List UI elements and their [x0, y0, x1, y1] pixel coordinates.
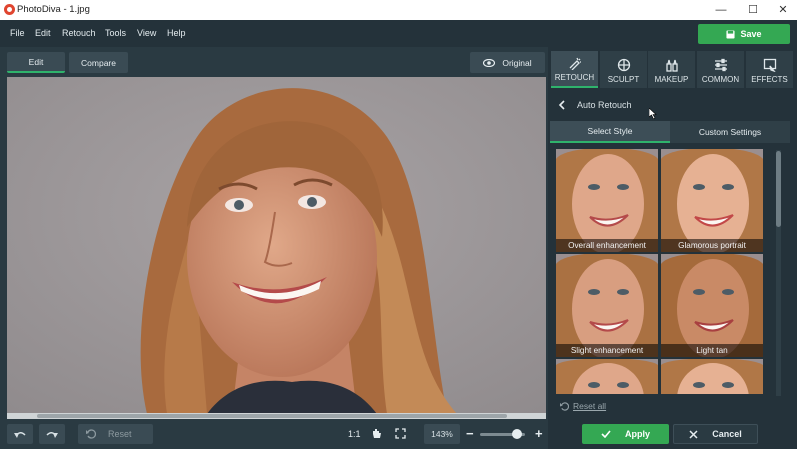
makeup-icon [665, 59, 678, 72]
floppy-icon [726, 29, 736, 39]
photo-canvas[interactable] [7, 77, 546, 414]
preset-label: Light tan [661, 344, 763, 357]
preset-thumbnail [556, 359, 658, 394]
menu-retouch[interactable]: Retouch [62, 28, 96, 38]
tab-makeup[interactable]: MAKEUP [648, 51, 695, 88]
fullscreen-icon[interactable] [395, 428, 406, 441]
menu-edit[interactable]: Edit [35, 28, 51, 38]
zoom-out-icon[interactable]: − [466, 427, 474, 440]
save-button[interactable]: Save [698, 24, 790, 44]
zoom-slider-handle[interactable] [512, 429, 522, 439]
reset-icon [86, 429, 96, 439]
cancel-label: Cancel [712, 429, 742, 439]
retouch-icon [569, 57, 581, 70]
tab-custom-settings[interactable]: Custom Settings [670, 121, 790, 143]
original-label: Original [502, 57, 532, 68]
menu-tools[interactable]: Tools [105, 28, 126, 38]
reset-button[interactable]: Reset [78, 424, 153, 444]
menu-view[interactable]: View [137, 28, 156, 38]
reset-all-link[interactable]: Reset all [560, 401, 606, 411]
portrait-image [7, 77, 546, 414]
preset-thumbnail [661, 359, 763, 394]
close-icon [689, 429, 698, 439]
scrollbar-thumb[interactable] [776, 151, 781, 227]
apply-button[interactable]: Apply [582, 424, 669, 444]
preset-thumbnail [556, 254, 658, 357]
one-to-one-button[interactable]: 1:1 [348, 429, 361, 439]
tab-common-label: COMMON [701, 75, 740, 84]
back-arrow-icon[interactable] [558, 100, 565, 110]
scrollbar-thumb[interactable] [37, 414, 507, 418]
horizontal-scrollbar[interactable] [7, 413, 546, 419]
tab-makeup-label: MAKEUP [654, 75, 689, 84]
reset-all-label: Reset all [573, 401, 607, 411]
undo-button[interactable] [7, 424, 33, 444]
original-button[interactable]: Original [470, 52, 545, 73]
zoom-in-icon[interactable]: + [535, 427, 543, 440]
zoom-percent[interactable]: 143% [424, 424, 460, 444]
eye-icon [483, 58, 496, 67]
tab-common[interactable]: COMMON [697, 51, 744, 88]
preset-tile[interactable] [661, 359, 763, 394]
redo-button[interactable] [39, 424, 65, 444]
mouse-cursor-icon [649, 108, 657, 119]
preset-label: Slight enhancement [556, 344, 658, 357]
preset-light-tan[interactable]: Light tan [661, 254, 763, 357]
minimize-button[interactable]: — [706, 0, 736, 20]
preset-thumbnail [556, 149, 658, 252]
menu-file[interactable]: File [10, 28, 25, 38]
tab-select-style[interactable]: Select Style [550, 121, 670, 143]
maximize-button[interactable]: ☐ [738, 0, 768, 20]
app-logo-icon [4, 4, 15, 15]
panel-title: Auto Retouch [577, 100, 632, 110]
tab-effects-label: EFFECTS [751, 75, 788, 84]
style-subtabs: Select Style Custom Settings [550, 121, 790, 143]
menu-help[interactable]: Help [167, 28, 186, 38]
reset-label: Reset [108, 429, 132, 439]
cancel-button[interactable]: Cancel [673, 424, 758, 444]
save-label: Save [740, 29, 762, 39]
fit-hand-icon[interactable] [371, 428, 382, 441]
preset-slight-enhancement[interactable]: Slight enhancement [556, 254, 658, 357]
tab-edit[interactable]: Edit [7, 52, 65, 73]
menu-bar: File Edit Retouch Tools View Help [0, 20, 797, 46]
window-title: PhotoDiva - 1.jpg [17, 4, 90, 15]
apply-label: Apply [624, 429, 650, 439]
tab-effects[interactable]: EFFECTS [746, 51, 793, 88]
sculpt-icon [617, 58, 630, 72]
redo-icon [46, 431, 58, 438]
tab-retouch-label: RETOUCH [554, 73, 595, 82]
preset-glamorous-portrait[interactable]: Glamorous portrait [661, 149, 763, 252]
check-icon [601, 430, 611, 438]
preset-thumbnail [661, 149, 763, 252]
tab-retouch[interactable]: RETOUCH [551, 51, 598, 88]
preset-thumbnail [661, 254, 763, 357]
tab-sculpt[interactable]: SCULPT [600, 51, 647, 88]
title-bar: PhotoDiva - 1.jpg — ☐ ✕ [0, 0, 797, 20]
panel-header: Auto Retouch [549, 95, 789, 119]
preset-overall-enhancement[interactable]: Overall enhancement [556, 149, 658, 252]
sliders-icon [714, 58, 727, 72]
tab-sculpt-label: SCULPT [607, 75, 640, 84]
undo-icon [14, 431, 26, 438]
reset-icon [560, 401, 569, 411]
presets-scrollbar[interactable] [776, 150, 781, 396]
preset-tile[interactable] [556, 359, 658, 394]
effects-icon [763, 58, 776, 72]
preset-label: Overall enhancement [556, 239, 658, 252]
preset-label: Glamorous portrait [661, 239, 763, 252]
close-button[interactable]: ✕ [768, 0, 797, 20]
tab-compare[interactable]: Compare [69, 52, 128, 73]
